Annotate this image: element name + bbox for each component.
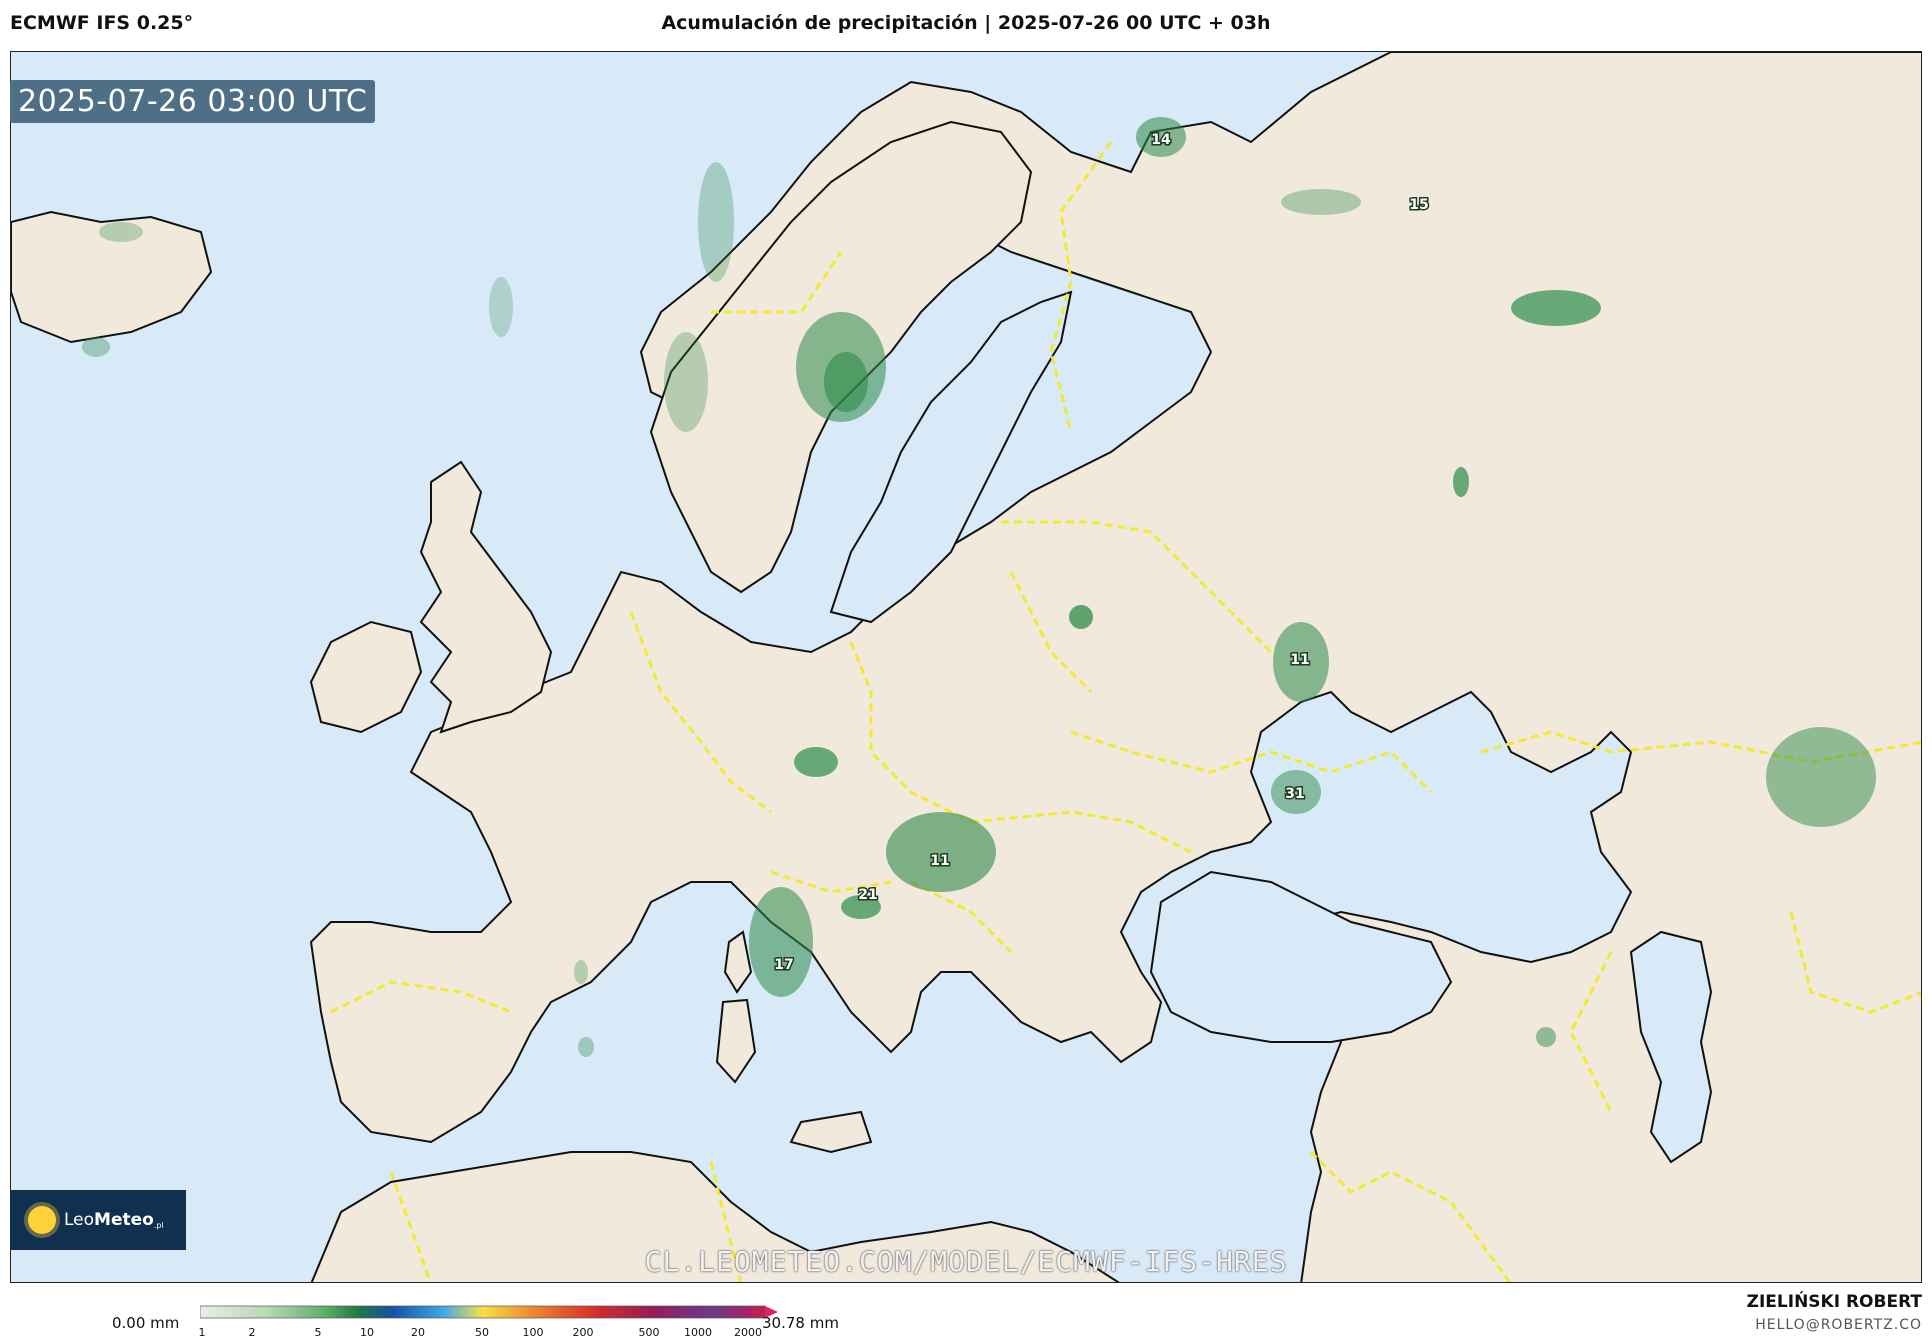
sun-icon xyxy=(28,1206,56,1234)
valid-time-badge: 2025-07-26 03:00 UTC xyxy=(10,80,376,123)
map-panel[interactable]: 14 15 11 31 11 21 17 xyxy=(10,51,1922,1283)
author-name: ZIELIŃSKI ROBERT xyxy=(1746,1292,1922,1312)
legend-tick: 2 xyxy=(248,1326,256,1339)
legend-tick: 500 xyxy=(638,1326,660,1339)
leometeo-logo[interactable]: LeoMeteo.pl xyxy=(10,1190,186,1250)
legend-tick: 1000 xyxy=(684,1326,712,1339)
map-canvas: 14 15 11 31 11 21 17 xyxy=(11,52,1921,1282)
legend-tick: 200 xyxy=(572,1326,594,1339)
value-label: 17 xyxy=(774,957,793,973)
precip-colorbar xyxy=(200,1305,778,1319)
legend-tick: 10 xyxy=(360,1326,374,1339)
value-label: 14 xyxy=(1151,132,1171,148)
legend-tick: 5 xyxy=(314,1326,322,1339)
value-label: 15 xyxy=(1409,197,1428,213)
value-label: 11 xyxy=(1290,652,1309,668)
legend-tick: 20 xyxy=(411,1326,425,1339)
author-email[interactable]: HELLO@ROBERTZ.CO xyxy=(1755,1317,1922,1333)
source-url-watermark: CL.LEOMETEO.COM/MODEL/ECMWF-IFS-HRES xyxy=(644,1245,1288,1278)
legend-max-label: 30.78 mm xyxy=(762,1314,839,1332)
legend-tick: 100 xyxy=(522,1326,544,1339)
legend-tick: 1 xyxy=(198,1326,206,1339)
map-title: Acumulación de precipitación | 2025-07-2… xyxy=(661,12,1271,34)
legend-min-label: 0.00 mm xyxy=(112,1314,180,1332)
value-label: 11 xyxy=(930,853,949,869)
legend-tick: 50 xyxy=(475,1326,489,1339)
value-label: 21 xyxy=(858,887,877,903)
value-label: 31 xyxy=(1285,786,1304,802)
logo-text: LeoMeteo.pl xyxy=(64,1210,164,1230)
legend-tick: 2000 xyxy=(734,1326,762,1339)
